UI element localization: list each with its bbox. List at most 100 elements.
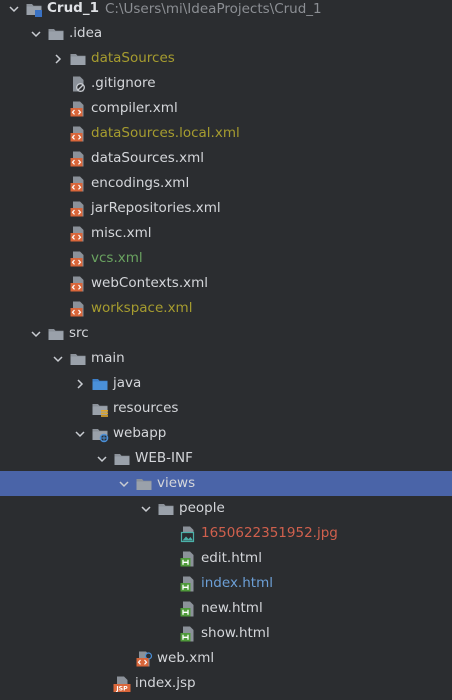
tree-node-web-xml[interactable]: web.xml xyxy=(0,646,452,671)
tree-node-label: index.html xyxy=(201,575,273,591)
tree-node-jarrepositories-xml[interactable]: jarRepositories.xml xyxy=(0,196,452,221)
tree-node-new-html[interactable]: new.html xyxy=(0,596,452,621)
folder-icon xyxy=(69,50,87,68)
folder-icon xyxy=(113,450,131,468)
tree-node-misc-xml[interactable]: misc.xml xyxy=(0,221,452,246)
web-xml-file-icon xyxy=(135,650,153,668)
tree-node-datasources-local-xml[interactable]: dataSources.local.xml xyxy=(0,121,452,146)
module-folder-icon xyxy=(25,0,43,18)
xml-file-icon xyxy=(69,275,87,293)
chevron-down-icon[interactable] xyxy=(72,426,88,442)
chevron-down-icon[interactable] xyxy=(94,451,110,467)
folder-icon xyxy=(47,325,65,343)
tree-node-crud1[interactable]: Crud_1 C:\Users\mi\IdeaProjects\Crud_1 xyxy=(0,0,452,21)
folder-icon xyxy=(69,350,87,368)
tree-node-label: workspace.xml xyxy=(91,300,193,316)
jsp-file-icon: JSP xyxy=(113,675,131,693)
tree-node-label: .gitignore xyxy=(91,75,156,91)
xml-file-icon xyxy=(69,225,87,243)
tree-node-views[interactable]: views xyxy=(0,471,452,496)
tree-node-label: webContexts.xml xyxy=(91,275,209,291)
folder-icon xyxy=(157,500,175,518)
tree-node-web-inf[interactable]: WEB-INF xyxy=(0,446,452,471)
web-folder-icon xyxy=(91,425,109,443)
tree-node-label: people xyxy=(179,500,225,516)
tree-node-index-jsp[interactable]: JSP index.jsp xyxy=(0,671,452,696)
source-folder-icon xyxy=(91,375,109,393)
tree-node-encodings-xml[interactable]: encodings.xml xyxy=(0,171,452,196)
xml-file-icon xyxy=(69,100,87,118)
tree-node-label: vcs.xml xyxy=(91,250,143,266)
html-file-icon xyxy=(179,575,197,593)
html-file-icon xyxy=(179,550,197,568)
chevron-down-icon[interactable] xyxy=(50,351,66,367)
xml-file-icon xyxy=(69,200,87,218)
tree-node-label: dataSources xyxy=(91,50,175,66)
tree-node-label: webapp xyxy=(113,425,167,441)
tree-node-vcs-xml[interactable]: vcs.xml xyxy=(0,246,452,271)
ignore-file-icon xyxy=(69,75,87,93)
tree-node-main[interactable]: main xyxy=(0,346,452,371)
tree-node-datasources-dir[interactable]: dataSources xyxy=(0,46,452,71)
tree-node-workspace-xml[interactable]: workspace.xml xyxy=(0,296,452,321)
tree-node-src[interactable]: src xyxy=(0,321,452,346)
tree-node-label: index.jsp xyxy=(135,675,196,691)
xml-file-icon xyxy=(69,125,87,143)
tree-node-java[interactable]: java xyxy=(0,371,452,396)
chevron-right-icon[interactable] xyxy=(72,376,88,392)
tree-node-label: main xyxy=(91,350,125,366)
chevron-down-icon[interactable] xyxy=(138,501,154,517)
tree-node-people[interactable]: people xyxy=(0,496,452,521)
svg-text:JSP: JSP xyxy=(115,685,128,692)
tree-node-label: 1650622351952.jpg xyxy=(201,525,338,541)
tree-node-jpg[interactable]: 1650622351952.jpg xyxy=(0,521,452,546)
chevron-down-icon[interactable] xyxy=(6,1,22,17)
chevron-down-icon[interactable] xyxy=(116,476,132,492)
html-file-icon xyxy=(179,600,197,618)
chevron-down-icon[interactable] xyxy=(28,326,44,342)
tree-node-webapp[interactable]: webapp xyxy=(0,421,452,446)
tree-node-label: misc.xml xyxy=(91,225,152,241)
tree-node-datasources-xml[interactable]: dataSources.xml xyxy=(0,146,452,171)
xml-file-icon xyxy=(69,175,87,193)
folder-icon xyxy=(135,475,153,493)
tree-node-resources[interactable]: resources xyxy=(0,396,452,421)
image-file-icon xyxy=(179,525,197,543)
tree-node-compiler-xml[interactable]: compiler.xml xyxy=(0,96,452,121)
tree-node-webcontexts-xml[interactable]: webContexts.xml xyxy=(0,271,452,296)
tree-node-label: src xyxy=(69,325,89,341)
tree-node-edit-html[interactable]: edit.html xyxy=(0,546,452,571)
tree-node-idea[interactable]: .idea xyxy=(0,21,452,46)
tree-node-gitignore[interactable]: .gitignore xyxy=(0,71,452,96)
tree-node-label: .idea xyxy=(69,25,103,41)
folder-icon xyxy=(47,25,65,43)
chevron-right-icon[interactable] xyxy=(50,51,66,67)
chevron-down-icon[interactable] xyxy=(28,26,44,42)
tree-node-index-html[interactable]: index.html xyxy=(0,571,452,596)
tree-node-show-html[interactable]: show.html xyxy=(0,621,452,646)
